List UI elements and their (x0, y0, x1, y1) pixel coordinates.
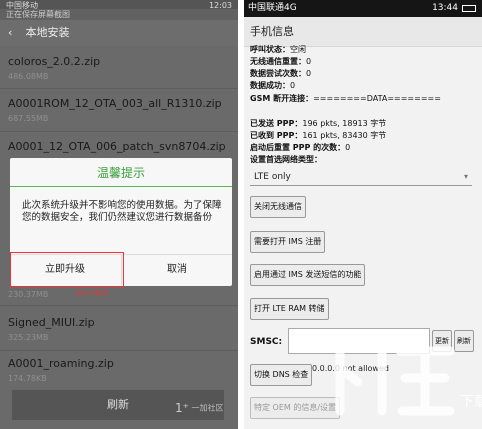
file-name: A0001_12_OTA_006_patch_svn8704.zip (8, 140, 226, 153)
dialog-title: 温馨提示 (96, 166, 145, 180)
file-item[interactable]: A0001_roaming.zip 174.78KB (8, 357, 230, 384)
oem-settings-button[interactable]: 特定 OEM 的信息/设置 (250, 397, 341, 419)
file-item[interactable]: 230.37MB (8, 287, 230, 300)
info-value: ========DATA======== (313, 94, 441, 103)
toggle-dns-check-button[interactable]: 切换 DNS 检查 (250, 364, 313, 386)
lte-ram-dump-button[interactable]: 打开 LTE RAM 转储 (250, 298, 329, 320)
screenshot-notice: 正在保存屏幕截图 (0, 9, 238, 20)
smsc-label: SMSC: (250, 337, 283, 347)
info-value: 196 pkts, 18913 字节 (302, 119, 387, 128)
info-row: 无线通信重置：0 (250, 56, 311, 67)
page-title: 手机信息 (244, 17, 482, 47)
chevron-down-icon: ▾ (463, 172, 468, 181)
smsc-input[interactable] (288, 328, 430, 354)
file-name: coloros_2.0.2.zip (8, 55, 101, 68)
status-time: 13:44 (432, 3, 458, 13)
file-size: 486.08MB (8, 72, 49, 81)
info-row: 设置首选网络类型： (250, 154, 322, 165)
community-watermark: 1⁺ 一加社区 (175, 401, 224, 416)
watermark-text: 一加社区 (191, 403, 224, 413)
dns-status: 0.0.0.0 not allowed (312, 364, 389, 373)
ims-registration-button[interactable]: 需要打开 IMS 注册 (250, 231, 326, 253)
page-header: ‹ 本地安装 (0, 20, 238, 46)
info-value: 空闲 (290, 45, 306, 54)
info-row: 呼叫状态：空闲 (250, 44, 306, 55)
info-row: 数据尝试次数：0 (250, 68, 311, 79)
file-item[interactable]: A0001ROM_12_OTA_003_all_R1310.zip 687.55… (8, 97, 230, 124)
info-key: 已收到 PPP： (250, 131, 303, 140)
page-title: 本地安装 (25, 26, 70, 39)
info-key: 启动后重置 PPP 的次数： (250, 143, 346, 152)
refresh-button[interactable]: 刷新 (454, 330, 474, 352)
info-value: 0 (345, 143, 351, 152)
file-size: 325.23MB (8, 333, 49, 342)
divider (0, 305, 238, 306)
info-key: 已发送 PPP： (250, 119, 303, 128)
info-row: GSM 断开连接：========DATA======== (250, 93, 441, 104)
info-value: 0 (306, 57, 312, 66)
info-value: 0 (306, 69, 312, 78)
network-type-select[interactable]: LTE only ▾ (250, 168, 472, 186)
update-button[interactable]: 更新 (432, 330, 452, 352)
left-phone-screen: 中国移动 12:03 正在保存屏幕截图 ‹ 本地安装 coloros_2.0.2… (0, 0, 238, 429)
divider (0, 350, 238, 351)
battery-icon (462, 5, 476, 12)
info-key: 数据尝试次数： (250, 69, 306, 78)
highlight-note: Bob 点此项 (76, 290, 108, 297)
file-name: A0001ROM_12_OTA_003_all_R1310.zip (8, 97, 222, 110)
info-key: 数据成功： (250, 81, 290, 90)
network-type-value: LTE only (254, 172, 291, 182)
info-key: GSM 断开连接： (250, 94, 314, 103)
file-name: A0001_roaming.zip (8, 357, 114, 370)
file-item[interactable]: A0001_12_OTA_006_patch_svn8704.zip (8, 140, 230, 154)
oneplus-logo-icon: 1⁺ (175, 401, 189, 415)
info-row: 已发送 PPP：196 pkts, 18913 字节 (250, 118, 386, 129)
info-key: 设置首选网络类型： (250, 155, 322, 164)
highlight-box (10, 252, 124, 288)
file-size: 174.78KB (8, 374, 47, 383)
back-arrow-icon[interactable]: ‹ (8, 20, 22, 46)
file-item[interactable]: coloros_2.0.2.zip 486.08MB (8, 55, 230, 82)
file-size: 687.55MB (8, 114, 49, 123)
info-value: 161 pkts, 83430 字节 (302, 131, 387, 140)
info-row: 已收到 PPP：161 pkts, 83430 字节 (250, 130, 386, 141)
info-row: 数据成功：0 (250, 80, 295, 91)
divider (0, 131, 238, 132)
info-key: 无线通信重置： (250, 57, 306, 66)
info-row: 启动后重置 PPP 的次数：0 (250, 142, 350, 153)
info-value: 0 (290, 81, 296, 90)
dialog-title-divider (10, 186, 232, 187)
right-phone-screen: 中国联通4G 13:44 手机信息 呼叫状态：空闲 无线通信重置：0 数据尝试次… (244, 0, 482, 429)
ims-sms-button[interactable]: 启用通过 IMS 发送短信的功能 (250, 264, 366, 286)
turn-off-radio-button[interactable]: 关闭无线通信 (250, 196, 306, 218)
info-key: 呼叫状态： (250, 45, 290, 54)
status-bar: 中国联通4G 13:44 (244, 0, 482, 17)
cancel-button[interactable]: 取消 (121, 255, 232, 285)
dialog-message: 此次系统升级并不影响您的使用数据。为了保障您的数据安全，我们仍然建议您进行数据备… (22, 200, 222, 223)
file-size: 230.37MB (8, 290, 49, 299)
file-item[interactable]: Signed_MIUI.zip 325.23MB (8, 316, 230, 343)
divider (0, 88, 238, 89)
carrier-label: 中国联通4G (248, 3, 297, 13)
file-name: Signed_MIUI.zip (8, 316, 95, 329)
